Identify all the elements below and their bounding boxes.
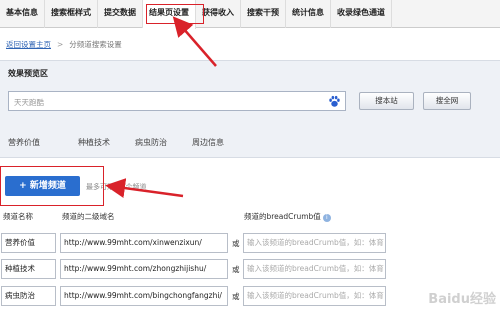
plus-icon: +: [19, 181, 30, 191]
preview-search-input[interactable]: 天天跑酷: [8, 91, 346, 111]
breadcrumb-value-field[interactable]: 输入该频道的breadCrumb值，如：体育: [243, 286, 386, 306]
tab-earn-income[interactable]: 获得收入: [196, 0, 241, 28]
or-text: 或: [232, 292, 240, 301]
column-header-breadcrumb-label: 频道的breadCrumb值: [244, 212, 321, 221]
preview-panel: 效果预览区 天天跑酷 搜本站 搜全网 营养价值 种植技术 病虫防治 周边信息: [0, 60, 500, 158]
add-channel-button[interactable]: + 新增频道: [5, 176, 80, 196]
tab-search-intervention[interactable]: 搜索干预: [241, 0, 286, 28]
search-web-button[interactable]: 搜全网: [423, 92, 471, 110]
preview-category-list: 营养价值 种植技术 病虫防治 周边信息: [8, 137, 490, 153]
channel-name-field[interactable]: 营养价值: [1, 233, 56, 253]
preview-category[interactable]: 营养价值: [8, 137, 40, 148]
page-root: 基本信息 搜索框样式 提交数据 结果页设置 获得收入 搜索干预 统计信息 收录绿…: [0, 0, 500, 309]
column-header-domain: 频道的二级域名: [62, 212, 115, 221]
column-header-breadcrumb: 频道的breadCrumb值 i: [244, 211, 331, 222]
preview-title: 效果预览区: [8, 69, 48, 78]
breadcrumb-value-field[interactable]: 输入该频道的breadCrumb值，如：体育: [243, 259, 386, 279]
channel-name-field[interactable]: 种植技术: [1, 259, 56, 279]
channel-domain-field[interactable]: http://www.99mht.com/xinwenzixun/: [60, 233, 228, 253]
tab-statistics[interactable]: 统计信息: [286, 0, 331, 28]
breadcrumb: 返回设置主页 > 分频道搜索设置: [6, 39, 122, 50]
table-row: 病虫防治 http://www.99mht.com/bingchongfangz…: [0, 286, 500, 306]
top-tab-bar: 基本信息 搜索框样式 提交数据 结果页设置 获得收入 搜索干预 统计信息 收录绿…: [0, 0, 500, 29]
or-text: 或: [232, 265, 240, 274]
watermark: Baidu经验: [428, 292, 496, 307]
or-text: 或: [232, 239, 240, 248]
preview-category[interactable]: 周边信息: [192, 137, 224, 148]
search-site-button[interactable]: 搜本站: [359, 92, 414, 110]
tab-submit-data[interactable]: 提交数据: [98, 0, 143, 28]
channel-domain-field[interactable]: http://www.99mht.com/zhongzhijishu/: [60, 259, 228, 279]
add-channel-hint: 最多可添加5个频道: [86, 183, 147, 191]
add-channel-label: 新增频道: [29, 181, 66, 191]
tab-green-channel[interactable]: 收录绿色通道: [331, 0, 392, 28]
channel-domain-field[interactable]: http://www.99mht.com/bingchongfangzhi/: [60, 286, 228, 306]
channel-name-field[interactable]: 病虫防治: [1, 286, 56, 306]
info-icon[interactable]: i: [322, 214, 331, 222]
tab-result-page-settings[interactable]: 结果页设置: [143, 0, 196, 29]
preview-category[interactable]: 病虫防治: [135, 137, 167, 148]
breadcrumb-home-link[interactable]: 返回设置主页: [6, 40, 51, 49]
tab-basic-info[interactable]: 基本信息: [0, 0, 45, 28]
table-row: 种植技术 http://www.99mht.com/zhongzhijishu/…: [0, 259, 500, 279]
breadcrumb-separator: >: [57, 40, 64, 49]
preview-search-value: 天天跑酷: [14, 98, 44, 107]
baidu-paw-icon: [329, 95, 340, 107]
breadcrumb-value-field[interactable]: 输入该频道的breadCrumb值，如：体育: [243, 233, 386, 253]
tab-searchbox-style[interactable]: 搜索框样式: [45, 0, 98, 28]
breadcrumb-current: 分频道搜索设置: [69, 40, 122, 49]
column-header-name: 频道名称: [3, 212, 33, 221]
table-row: 营养价值 http://www.99mht.com/xinwenzixun/ 或…: [0, 233, 500, 253]
preview-category[interactable]: 种植技术: [78, 137, 110, 148]
